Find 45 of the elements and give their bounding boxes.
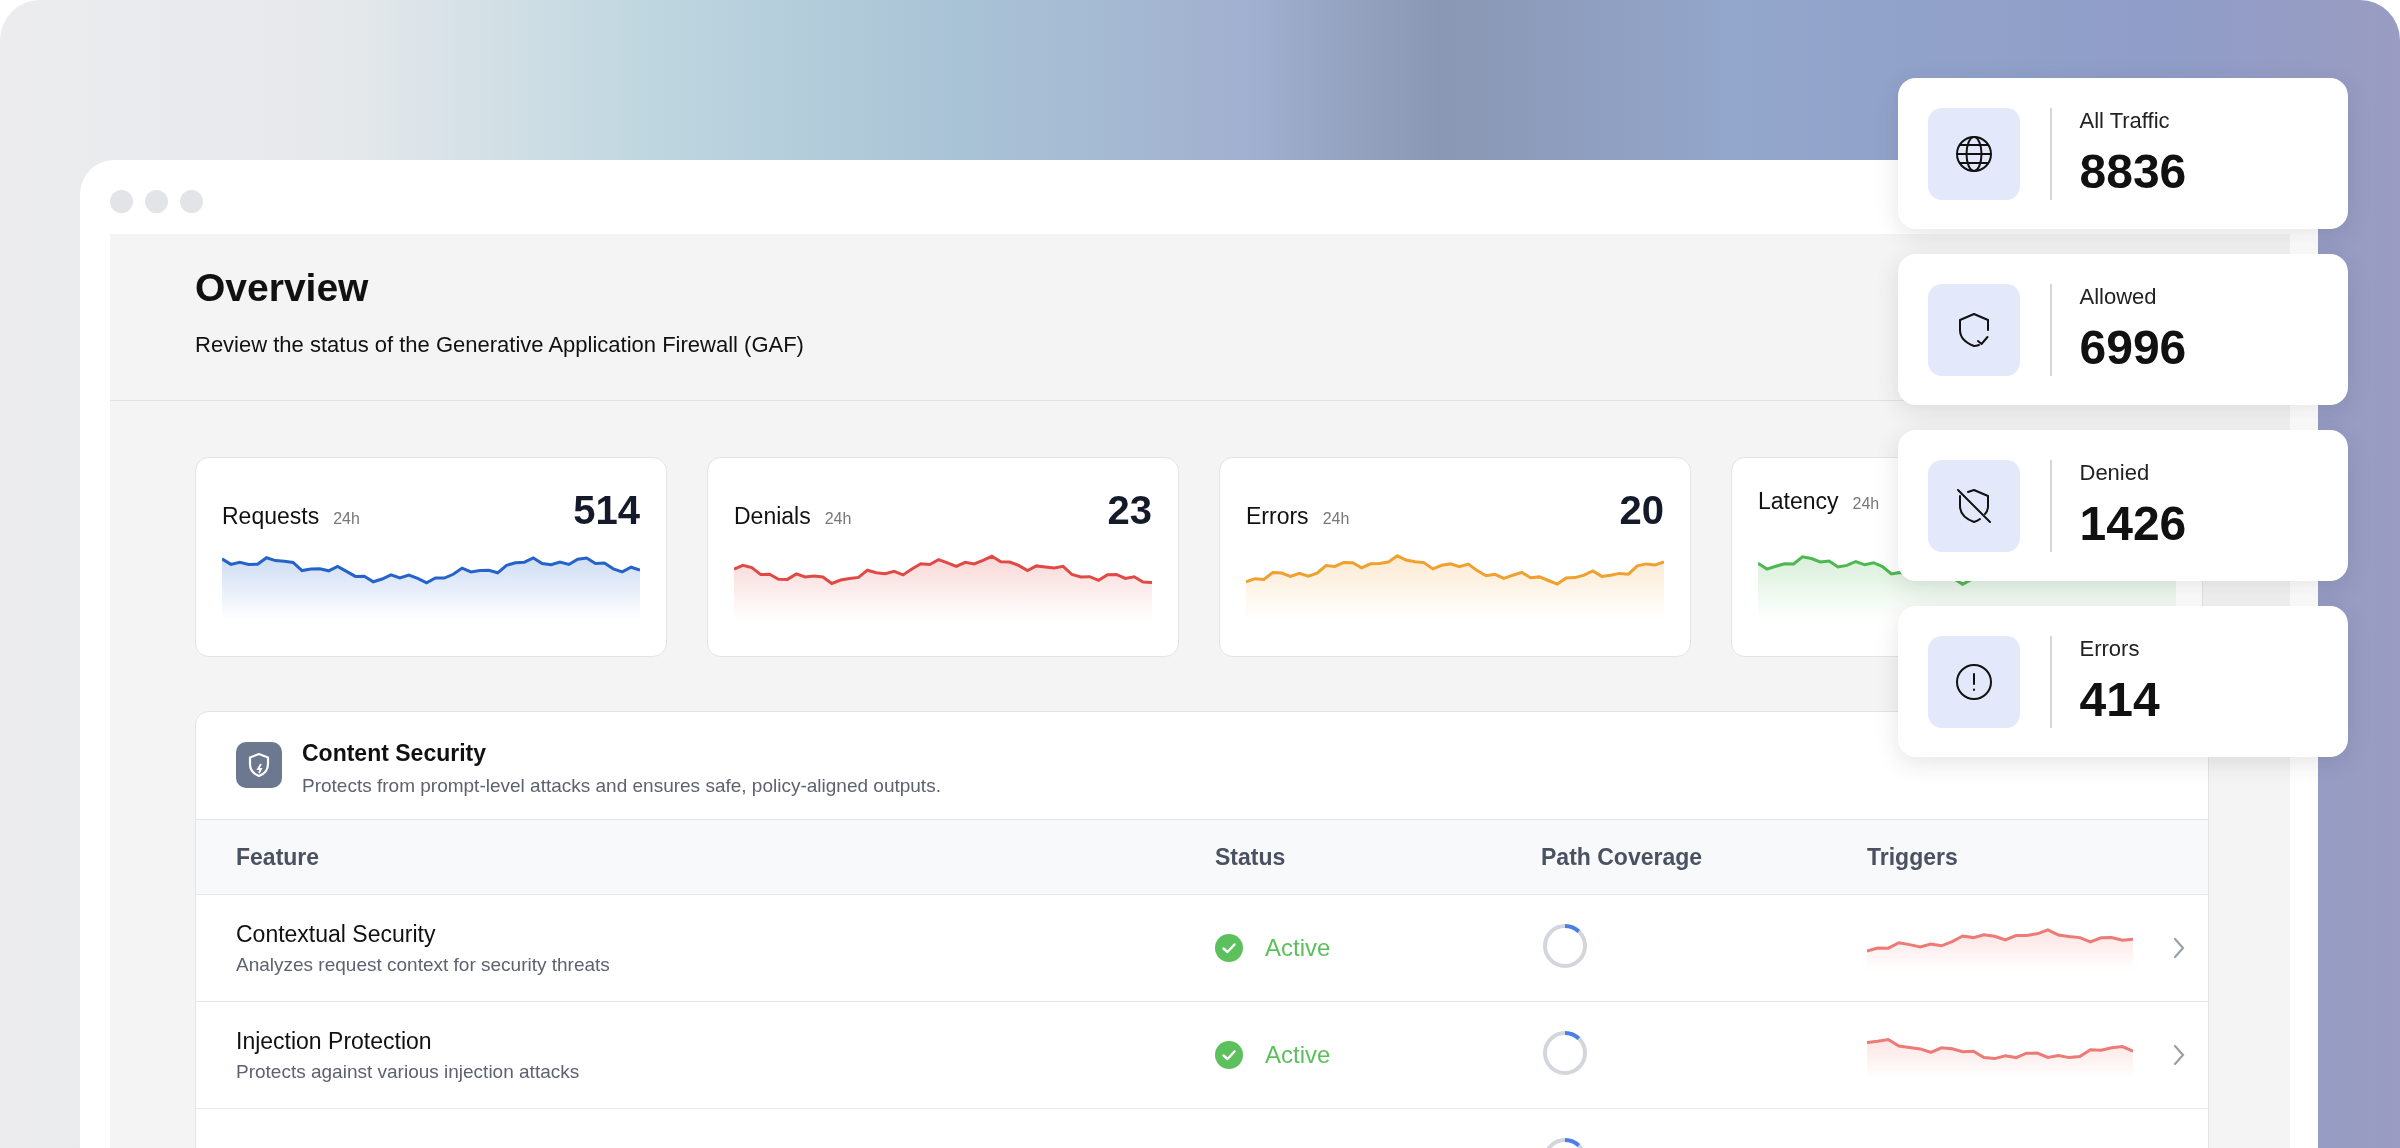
metric-period: 24h (1322, 510, 1350, 528)
metric-value: 23 (1107, 488, 1152, 533)
check-circle-icon (1215, 934, 1243, 962)
column-header: Status (1215, 843, 1287, 871)
status-text: Active (1265, 1041, 1331, 1069)
section-description: Protects from prompt-level attacks and ensures safe, policy-aligned outputs. (302, 775, 941, 797)
window-dot[interactable] (180, 190, 203, 213)
traffic-label: Denied (2079, 460, 2151, 486)
traffic-label: Errors (2079, 636, 2141, 662)
alert-circle-icon (1954, 661, 1994, 702)
coverage-ring (1541, 922, 1589, 970)
traffic-value: 1426 (2079, 496, 2187, 551)
feature-description: Analyzes request context for security threats (236, 953, 611, 976)
traffic-value: 414 (2079, 672, 2160, 727)
feature-description: Protects against various injection attacks (236, 1060, 581, 1083)
column-header: Path Coverage (1541, 843, 1704, 871)
metric-period: 24h (824, 510, 852, 528)
check-circle-icon (1215, 1041, 1243, 1069)
column-header: Feature (236, 843, 321, 871)
traffic-value: 6996 (2079, 320, 2187, 375)
window-dot[interactable] (145, 190, 168, 213)
window-dot[interactable] (110, 190, 133, 213)
traffic-label: Allowed (2079, 284, 2158, 310)
metric-label: Requests (222, 503, 320, 530)
feature-name: Contextual Security (236, 920, 437, 948)
metric-label: Errors (1246, 503, 1309, 530)
globe-icon (1954, 133, 1994, 174)
page-title: Overview (195, 266, 369, 310)
traffic-label: All Traffic (2079, 108, 2171, 134)
feature-name: Injection Protection (236, 1027, 433, 1055)
column-header: Triggers (1867, 843, 1959, 871)
status-text: Active (1265, 934, 1331, 962)
metric-label: Denials (734, 503, 811, 530)
metric-period: 24h (1852, 495, 1880, 513)
traffic-value: 8836 (2079, 144, 2187, 199)
chevron-right-icon[interactable] (2172, 936, 2186, 960)
metric-value: 514 (573, 488, 640, 533)
section-title: Content Security (302, 740, 488, 767)
shield-bolt-icon (236, 742, 282, 788)
metric-period: 24h (333, 510, 360, 528)
metric-label: Latency (1758, 488, 1839, 515)
metric-value: 20 (1619, 488, 1664, 533)
chevron-right-icon[interactable] (2172, 1043, 2186, 1067)
coverage-ring (1541, 1029, 1589, 1077)
page-subtitle: Review the status of the Generative Application Firewall (GAF) (195, 332, 804, 358)
